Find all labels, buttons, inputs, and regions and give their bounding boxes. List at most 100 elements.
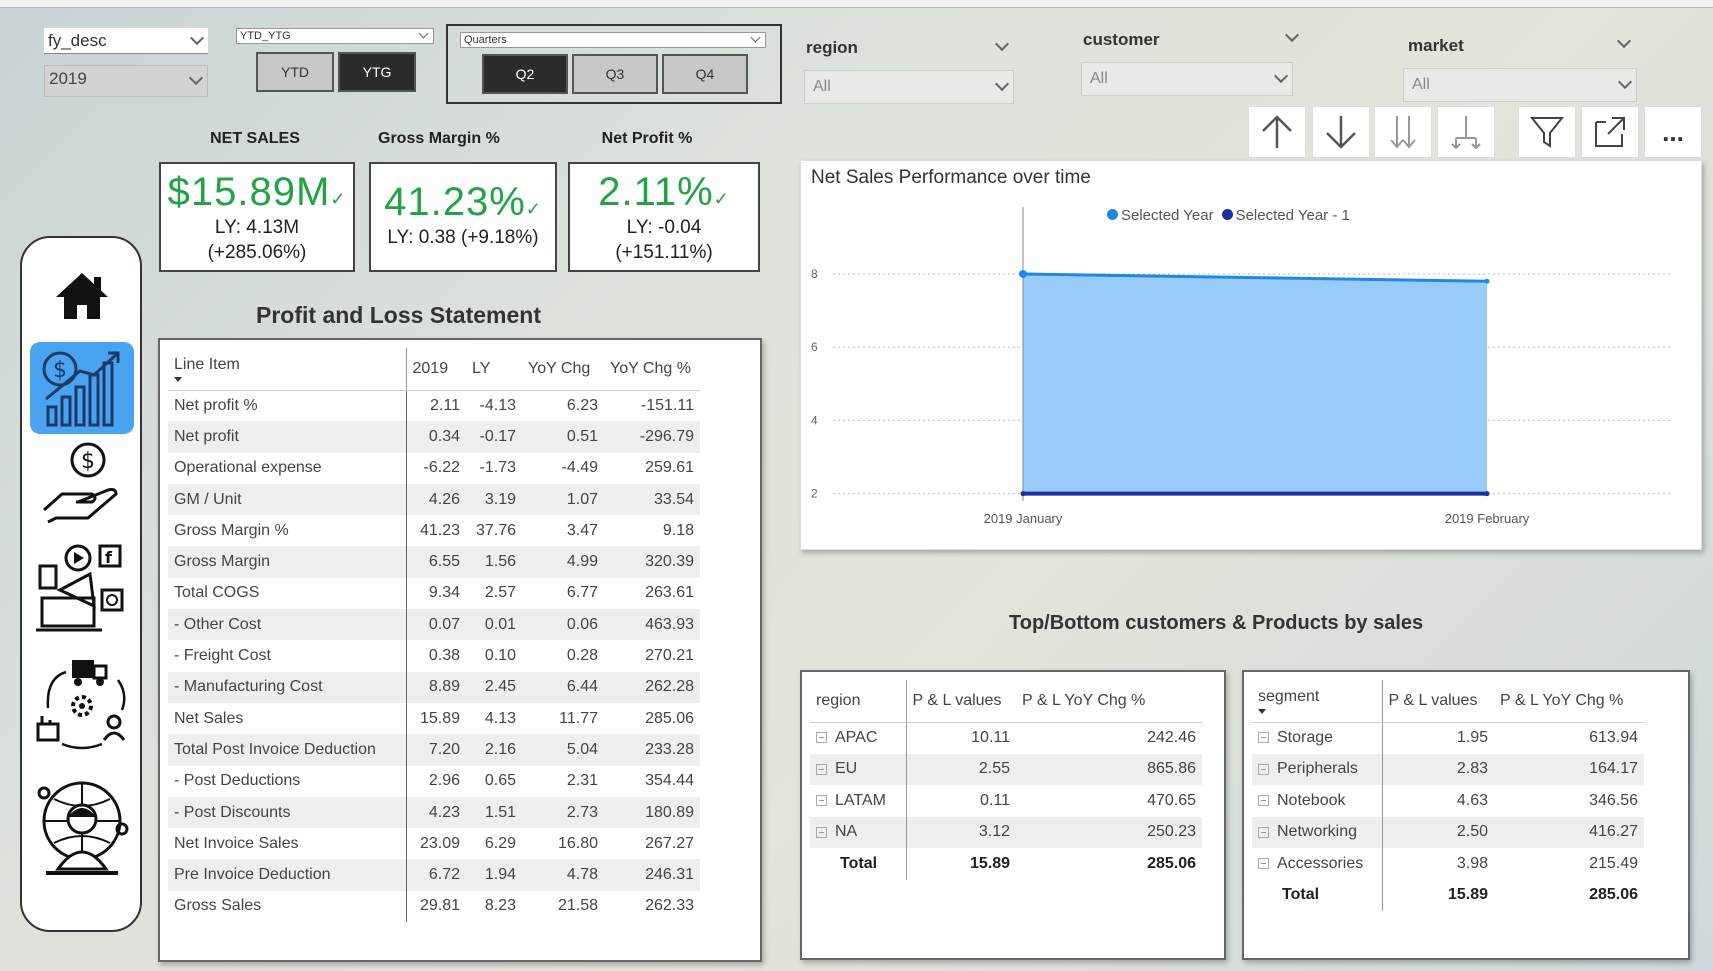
pl-col-yoy-chg-pct[interactable]: YoY Chg % xyxy=(604,348,700,391)
quarters-slicer-header[interactable]: Quarters xyxy=(460,32,766,48)
table-row[interactable]: - Freight Cost 0.38 0.10 0.28 270.21 xyxy=(168,640,700,672)
ytg-button[interactable]: YTG xyxy=(338,52,416,92)
svg-text:f: f xyxy=(105,548,113,567)
expand-icon[interactable] xyxy=(1258,732,1269,744)
segment-col-values[interactable]: P & L values xyxy=(1381,680,1494,723)
category-cell: EU xyxy=(810,753,907,785)
chevron-down-icon[interactable] xyxy=(994,36,1010,52)
ytd-ytg-slicer-header[interactable]: YTD_YTG xyxy=(236,28,434,44)
expand-icon[interactable] xyxy=(816,826,827,838)
fy-desc-dropdown[interactable]: 2019 xyxy=(44,65,208,97)
expand-icon[interactable] xyxy=(1258,763,1269,775)
value-cell: 259.61 xyxy=(645,459,694,477)
ytd-button[interactable]: YTD xyxy=(256,52,334,92)
line-item-cell: - Freight Cost xyxy=(168,640,407,672)
expand-icon[interactable] xyxy=(1258,858,1269,870)
customer-dropdown[interactable]: All xyxy=(1081,62,1293,96)
table-row[interactable]: Pre Invoice Deduction 6.72 1.94 4.78 246.31 xyxy=(168,859,700,891)
pl-col-line-item[interactable]: Line Item xyxy=(168,348,406,391)
chevron-down-icon[interactable] xyxy=(1616,33,1632,49)
expand-icon[interactable] xyxy=(816,763,827,775)
region-col-values[interactable]: P & L values xyxy=(905,680,1016,723)
focus-mode-button[interactable] xyxy=(1581,106,1639,158)
table-row[interactable]: LATAM 0.11 470.65 xyxy=(810,785,1202,817)
ytd-ytg-label: YTD_YTG xyxy=(240,30,291,42)
region-header-row: region P & L values P & L YoY Chg % xyxy=(810,680,1202,723)
table-row[interactable]: Gross Sales 29.81 8.23 21.58 262.33 xyxy=(168,890,700,923)
table-row[interactable]: NA 3.12 250.23 xyxy=(810,816,1202,848)
table-row[interactable]: Gross Margin 6.55 1.56 4.99 320.39 xyxy=(168,546,700,578)
table-row[interactable]: Net Invoice Sales 23.09 6.29 16.80 267.27 xyxy=(168,828,700,860)
table-row[interactable]: GM / Unit 4.26 3.19 1.07 33.54 xyxy=(168,483,700,516)
table-row[interactable]: EU 2.55 865.86 xyxy=(810,753,1202,785)
table-row[interactable]: Peripherals 2.83 164.17 xyxy=(1252,753,1644,785)
segment-col-yoy[interactable]: P & L YoY Chg % xyxy=(1494,680,1644,723)
filter-button[interactable] xyxy=(1518,106,1576,158)
table-row[interactable]: - Manufacturing Cost 8.89 2.45 6.44 262.28 xyxy=(168,671,700,703)
pl-col-yoy-chg[interactable]: YoY Chg xyxy=(522,348,604,391)
table-row[interactable]: - Post Discounts 4.23 1.51 2.73 180.89 xyxy=(168,796,700,829)
value-cell: -4.49 xyxy=(561,459,598,477)
region-col-yoy[interactable]: P & L YoY Chg % xyxy=(1016,680,1202,723)
more-options-button[interactable]: ... xyxy=(1644,106,1702,158)
table-row[interactable]: Net Sales 15.89 4.13 11.77 285.06 xyxy=(168,702,700,735)
value-cell: 6.29 xyxy=(484,834,516,852)
q4-button[interactable]: Q4 xyxy=(662,54,748,94)
table-row[interactable]: Total Post Invoice Deduction 7.20 2.16 5.04… xyxy=(168,734,700,766)
table-row[interactable]: APAC 10.11 242.46 xyxy=(810,722,1202,754)
nav-executive[interactable] xyxy=(30,768,134,888)
category-cell: Networking xyxy=(1252,816,1383,848)
value-cell: 2.45 xyxy=(466,671,522,703)
region-dropdown[interactable]: All xyxy=(804,70,1014,104)
q2-button[interactable]: Q2 xyxy=(482,54,568,94)
table-row[interactable]: Total COGS 9.34 2.57 6.77 263.61 xyxy=(168,577,700,610)
nav-supply-chain[interactable] xyxy=(30,652,134,752)
chevron-down-icon[interactable] xyxy=(1284,27,1300,43)
supply-chain-icon xyxy=(36,660,126,750)
expand-icon[interactable] xyxy=(1258,826,1269,838)
nav-marketing[interactable]: f xyxy=(30,536,134,640)
value-cell: 7.20 xyxy=(406,734,466,766)
category-label: LATAM xyxy=(835,791,886,809)
table-row[interactable]: Gross Margin % 41.23 37.76 3.47 9.18 xyxy=(168,515,700,547)
q3-button[interactable]: Q3 xyxy=(572,54,658,94)
double-arrow-down-icon xyxy=(1390,116,1416,149)
pl-col-2019[interactable]: 2019 xyxy=(405,348,466,391)
table-row[interactable]: Net profit % 2.11 -4.13 6.23 -151.11 xyxy=(168,390,700,422)
drill-down-button[interactable] xyxy=(1312,106,1370,158)
value-cell: 613.94 xyxy=(1589,729,1638,746)
table-row[interactable]: - Other Cost 0.07 0.01 0.06 463.93 xyxy=(168,609,700,641)
sort-desc-icon[interactable] xyxy=(1258,708,1266,714)
value-cell: 6.77 xyxy=(566,584,598,602)
table-row[interactable]: Operational expense -6.22 -1.73 -4.49 259.61 xyxy=(168,452,700,484)
next-level-button[interactable] xyxy=(1374,106,1432,158)
table-row[interactable]: - Post Deductions 2.96 0.65 2.31 354.44 xyxy=(168,765,700,797)
chevron-down-icon xyxy=(189,30,205,45)
fy-desc-slicer-header[interactable]: fy_desc xyxy=(44,28,208,54)
segment-table: segment P & L values P & L YoY Chg % Sto… xyxy=(1252,680,1644,911)
sort-desc-icon[interactable] xyxy=(174,376,182,382)
expand-icon[interactable] xyxy=(816,732,827,744)
market-dropdown[interactable]: All xyxy=(1403,68,1637,102)
expand-all-button[interactable] xyxy=(1437,106,1495,158)
table-row[interactable]: Accessories 3.98 215.49 xyxy=(1252,848,1644,880)
chevron-down-icon xyxy=(1617,74,1633,90)
nav-home[interactable] xyxy=(30,254,134,338)
segment-col-segment[interactable]: segment xyxy=(1252,680,1382,723)
line-item-cell: - Other Cost xyxy=(168,609,407,641)
kpi-net-profit-value: 2.11%✓ xyxy=(598,170,730,214)
drill-up-button[interactable] xyxy=(1248,106,1306,158)
nav-sales[interactable]: $ xyxy=(30,438,134,528)
nav-finance[interactable]: $ xyxy=(30,342,134,434)
table-row[interactable]: Storage 1.95 613.94 xyxy=(1252,722,1644,754)
expand-icon[interactable] xyxy=(1258,795,1269,807)
pl-col-ly[interactable]: LY xyxy=(466,348,522,391)
table-row[interactable]: Net profit 0.34 -0.17 0.51 -296.79 xyxy=(168,421,700,453)
value-cell: 0.07 xyxy=(406,609,466,641)
table-row[interactable]: Networking 2.50 416.27 xyxy=(1252,816,1644,848)
total-row: Total 15.89 285.06 xyxy=(810,848,1202,880)
region-col-region[interactable]: region xyxy=(810,680,906,723)
expand-icon[interactable] xyxy=(816,795,827,807)
home-icon xyxy=(56,273,108,319)
table-row[interactable]: Notebook 4.63 346.56 xyxy=(1252,785,1644,817)
